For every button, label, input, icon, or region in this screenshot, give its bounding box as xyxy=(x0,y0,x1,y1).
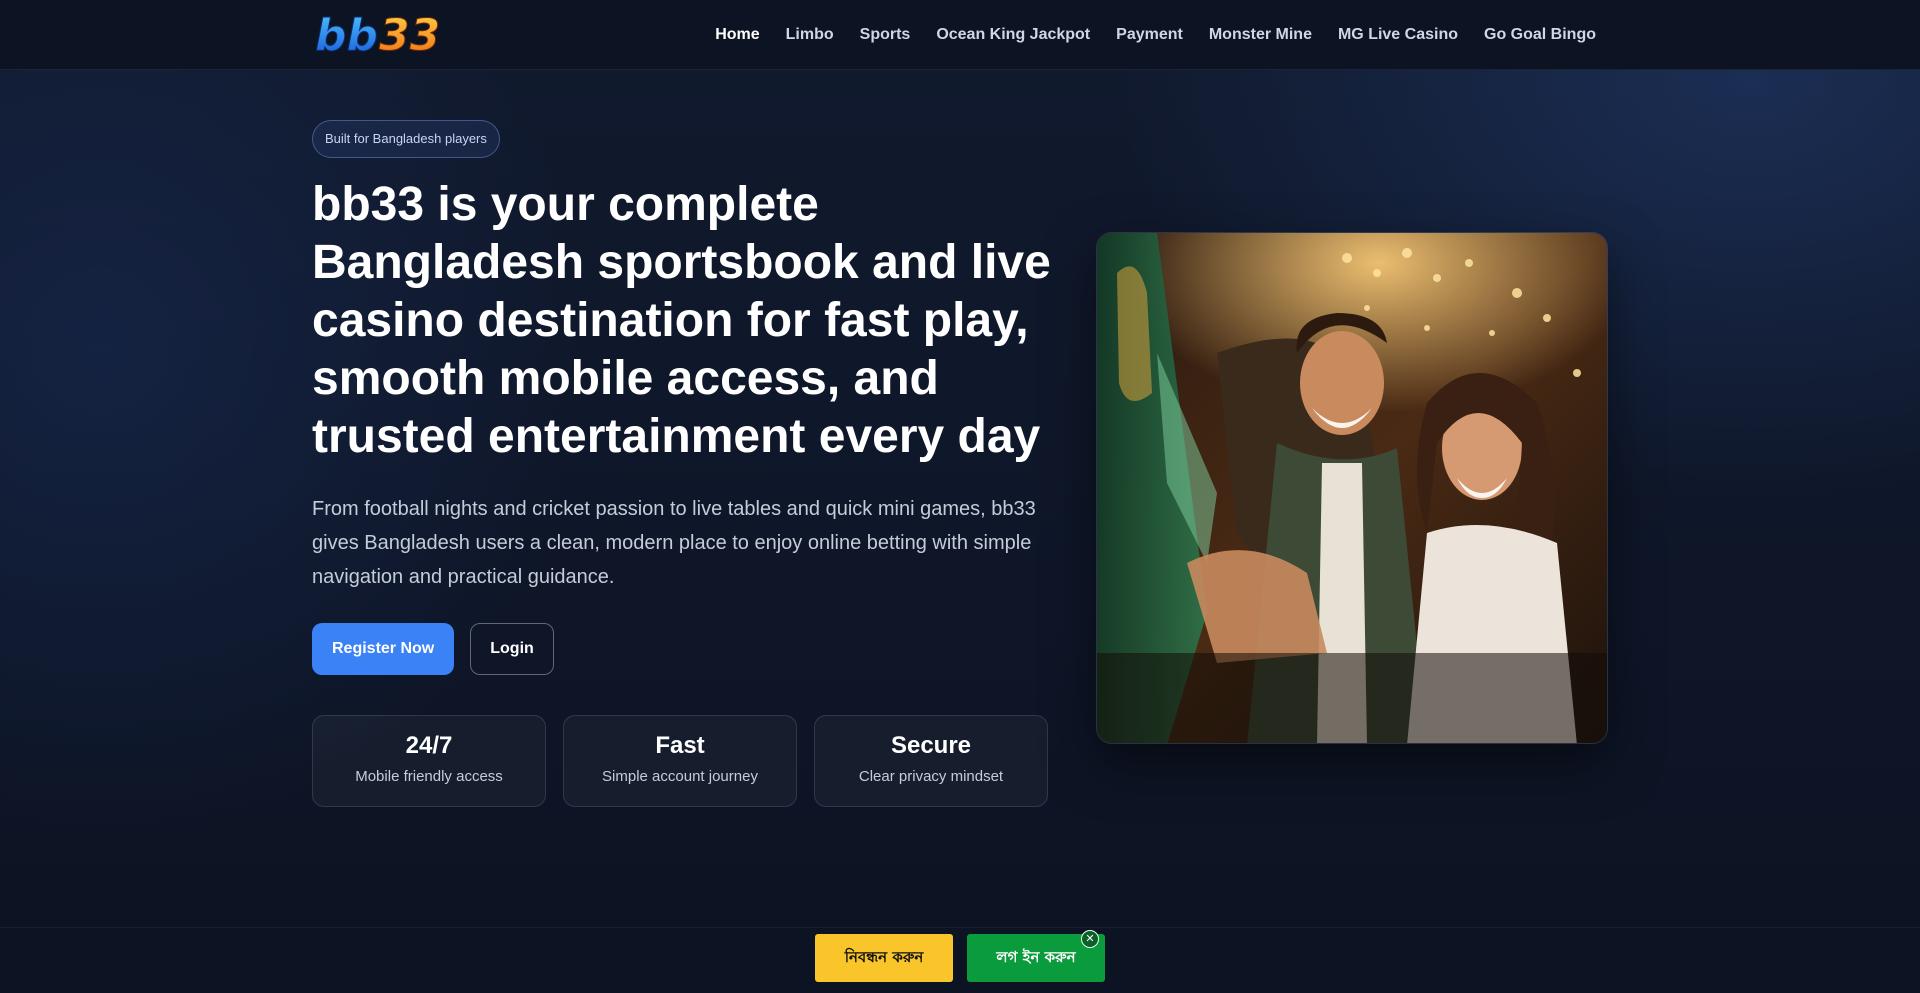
register-now-button[interactable]: Register Now xyxy=(312,623,455,675)
site-header: bb 33 Home Limbo Sports Ocean King Jackp… xyxy=(0,0,1920,70)
stat-label: Mobile friendly access xyxy=(355,768,503,785)
hero-description: From football nights and cricket passion… xyxy=(312,498,1036,588)
sticky-cta-bar: নিবন্ধন করুন লগ ইন করুন ✕ xyxy=(0,927,1920,993)
nav-ocean-king-jackpot[interactable]: Ocean King Jackpot xyxy=(936,26,1090,44)
nav-mg-live-casino[interactable]: MG Live Casino xyxy=(1338,26,1458,44)
nav-monster-mine[interactable]: Monster Mine xyxy=(1209,26,1312,44)
hero-title: bb33 is your complete Bangladesh sportsb… xyxy=(312,178,1051,463)
nav-go-goal-bingo[interactable]: Go Goal Bingo xyxy=(1484,26,1596,44)
stat-value: Secure xyxy=(890,732,972,759)
stat-label: Simple account journey xyxy=(602,768,758,785)
login-button[interactable]: Login xyxy=(470,623,554,675)
audience-badge: Built for Bangladesh players xyxy=(312,120,500,158)
stat-card: 24/7 Mobile friendly access xyxy=(312,715,546,807)
feature-stats: 24/7 Mobile friendly access Fast Simple … xyxy=(312,715,1052,807)
hero-illustration xyxy=(1097,233,1607,743)
nav-limbo[interactable]: Limbo xyxy=(786,26,834,44)
nav-home[interactable]: Home xyxy=(715,26,759,44)
svg-text:33: 33 xyxy=(379,12,440,56)
logo-graphic: bb 33 xyxy=(315,12,441,56)
main-nav: Home Limbo Sports Ocean King Jackpot Pay… xyxy=(715,0,1596,70)
close-icon[interactable]: ✕ xyxy=(1081,930,1099,948)
bb33-logo[interactable]: bb 33 xyxy=(313,12,463,56)
stat-card: Secure Clear privacy mindset xyxy=(814,715,1048,807)
sticky-register-button[interactable]: নিবন্ধন করুন xyxy=(815,934,953,982)
stat-label: Clear privacy mindset xyxy=(858,768,1004,785)
stat-value: 24/7 xyxy=(405,732,453,759)
stat-value: Fast xyxy=(655,732,705,759)
nav-sports[interactable]: Sports xyxy=(860,26,911,44)
hero-section: Built for Bangladesh players bb33 is you… xyxy=(312,120,1052,807)
stat-card: Fast Simple account journey xyxy=(563,715,797,807)
svg-text:bb: bb xyxy=(315,12,378,56)
hero-actions: Register Now Login xyxy=(312,623,1052,675)
nav-payment[interactable]: Payment xyxy=(1116,26,1183,44)
casino-players-image xyxy=(1096,232,1608,744)
